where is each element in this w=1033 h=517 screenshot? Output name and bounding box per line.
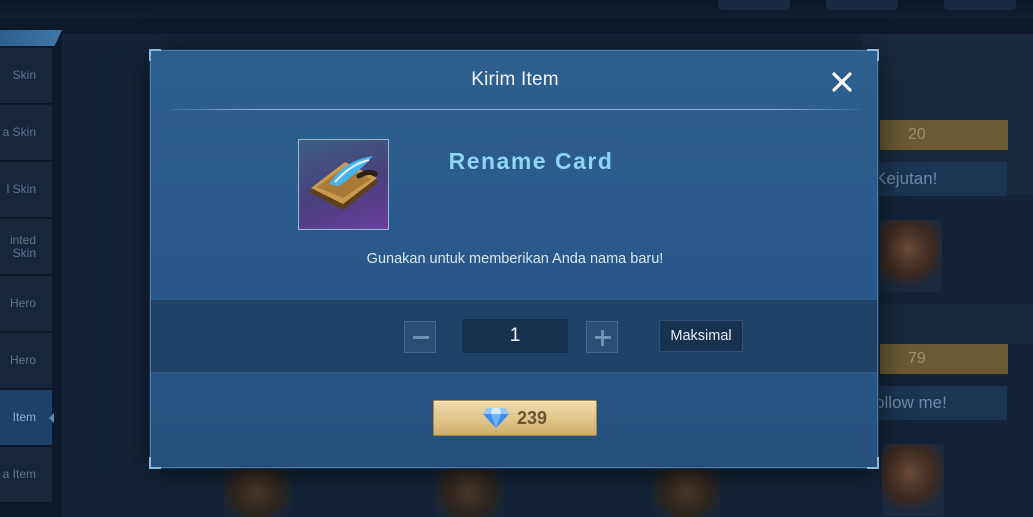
item-name: Rename Card	[448, 148, 614, 174]
purchase-button[interactable]: 239	[433, 400, 597, 436]
sidebar-item[interactable]: a Item	[0, 447, 52, 503]
sidebar-item[interactable]: Skin	[0, 48, 52, 104]
card-price: 20	[880, 120, 1008, 150]
quantity-selector: 1 Maksimal	[151, 299, 877, 373]
sidebar-item[interactable]: Hero	[0, 276, 52, 332]
close-icon	[832, 72, 852, 92]
frame-corner	[149, 457, 161, 469]
title-divider	[171, 109, 859, 110]
sidebar-item-active[interactable]: Item	[0, 390, 54, 446]
sidebar-header-tab	[0, 30, 62, 46]
hero-portrait	[882, 444, 944, 516]
currency-pill	[718, 0, 790, 10]
card-caption: ollow me!	[867, 386, 1007, 420]
currency-pill	[944, 0, 1016, 10]
hero-portrait	[880, 220, 942, 292]
frame-corner	[867, 49, 879, 61]
shop-sidebar: Skin a Skin l Skin inted Skin Hero Hero …	[0, 30, 62, 510]
top-bar	[0, 0, 1033, 18]
currency-pill	[826, 0, 898, 10]
frame-corner	[149, 49, 161, 61]
quantity-input[interactable]: 1	[461, 318, 569, 354]
max-quantity-button[interactable]: Maksimal	[659, 320, 743, 352]
active-indicator	[49, 413, 54, 423]
shop-card[interactable]	[862, 304, 1033, 344]
sidebar-item[interactable]: l Skin	[0, 162, 52, 218]
item-thumbnail	[298, 139, 389, 230]
rename-card-icon	[309, 156, 379, 210]
diamond-icon	[482, 408, 509, 428]
minus-icon	[413, 336, 429, 339]
sidebar-item[interactable]: inted Skin	[0, 219, 52, 275]
sidebar-item[interactable]: Hero	[0, 333, 52, 389]
increase-quantity-button[interactable]	[586, 321, 618, 353]
frame-corner	[867, 457, 879, 469]
decrease-quantity-button[interactable]	[404, 321, 436, 353]
price-value: 239	[516, 407, 548, 428]
send-item-dialog: Kirim Item Rename Card Gunakan untuk mem…	[149, 49, 879, 469]
card-caption: Kejutan!	[867, 162, 1007, 196]
close-button[interactable]	[827, 67, 857, 97]
item-description: Gunakan untuk memberikan Anda nama baru!	[366, 251, 664, 267]
card-price: 79	[880, 344, 1008, 374]
sidebar-item[interactable]: a Skin	[0, 105, 52, 161]
dialog-title: Kirim Item	[471, 69, 559, 90]
